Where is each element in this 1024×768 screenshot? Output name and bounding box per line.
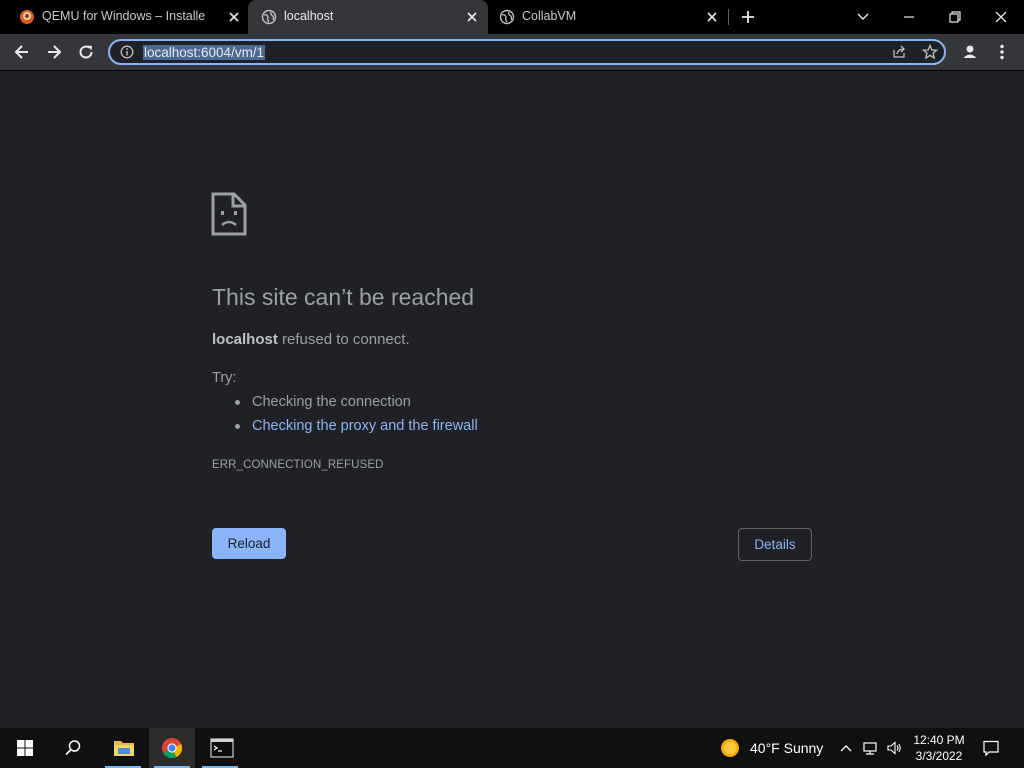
new-tab-plus-icon[interactable]: [739, 8, 757, 26]
reload-icon[interactable]: [76, 42, 96, 62]
tab-title: localhost: [284, 9, 334, 23]
clock-time[interactable]: 12:40 PM: [908, 733, 970, 747]
error-summary: localhost refused to connect.: [212, 331, 410, 348]
restore-icon[interactable]: [946, 8, 964, 26]
reload-button[interactable]: Reload: [212, 528, 286, 559]
more-menu-icon[interactable]: [992, 42, 1012, 62]
tab-strip: QEMU for Windows – Installers (6 localho…: [0, 0, 1024, 34]
details-button[interactable]: Details: [738, 528, 812, 561]
close-icon[interactable]: [228, 11, 240, 23]
weather-widget[interactable]: 40°F Sunny: [750, 740, 823, 756]
address-bar[interactable]: localhost:6004/vm/1: [108, 39, 946, 65]
tab-title: CollabVM: [522, 9, 577, 23]
close-icon[interactable]: [706, 11, 718, 23]
tab-qemu-installers[interactable]: QEMU for Windows – Installers (6: [6, 0, 246, 34]
close-icon[interactable]: [466, 11, 478, 23]
tab-title: QEMU for Windows – Installers (6: [42, 9, 206, 23]
back-arrow-icon[interactable]: [12, 42, 32, 62]
taskbar-chrome[interactable]: [149, 728, 195, 768]
sad-page-icon: [211, 192, 247, 236]
suggestion-check-proxy-firewall-link[interactable]: Checking the proxy and the firewall: [212, 417, 478, 441]
globe-icon: [261, 9, 277, 25]
clock-date[interactable]: 3/3/2022: [908, 749, 970, 763]
qemu-logo-icon: [20, 10, 34, 24]
chevron-down-icon[interactable]: [854, 8, 872, 26]
taskbar-file-explorer[interactable]: [100, 728, 146, 768]
error-code: ERR_CONNECTION_REFUSED: [212, 459, 384, 471]
info-icon[interactable]: [120, 45, 134, 59]
start-icon: [17, 740, 33, 756]
network-icon[interactable]: [862, 740, 878, 756]
start-button[interactable]: [2, 728, 48, 768]
share-icon[interactable]: [891, 44, 907, 60]
globe-icon: [499, 9, 515, 25]
error-host: localhost: [212, 331, 278, 348]
tab-divider: [728, 9, 729, 25]
browser-toolbar: localhost:6004/vm/1: [0, 34, 1024, 71]
try-label: Try:: [212, 370, 237, 386]
error-message: refused to connect.: [277, 331, 410, 348]
url-text[interactable]: localhost:6004/vm/1: [143, 45, 266, 60]
tab-localhost[interactable]: localhost: [248, 0, 488, 34]
suggestion-check-connection: Checking the connection: [212, 393, 478, 417]
close-window-icon[interactable]: [992, 8, 1010, 26]
windows-taskbar: 40°F Sunny 12:40 PM 3/3/2022: [0, 728, 1024, 768]
minimize-icon[interactable]: [900, 8, 918, 26]
file-explorer-icon: [114, 741, 134, 756]
chrome-icon: [162, 738, 183, 759]
search-button[interactable]: [50, 728, 96, 768]
star-icon[interactable]: [922, 44, 938, 60]
notification-icon[interactable]: [982, 739, 1000, 757]
volume-icon[interactable]: [886, 740, 902, 756]
forward-arrow-icon[interactable]: [44, 42, 64, 62]
terminal-icon: [210, 738, 234, 758]
taskbar-terminal[interactable]: [197, 728, 243, 768]
suggestions-list: Checking the connection Checking the pro…: [212, 393, 478, 441]
sun-icon[interactable]: [720, 738, 740, 758]
search-icon: [65, 740, 81, 756]
profile-avatar-icon[interactable]: [960, 42, 980, 62]
chevron-up-icon[interactable]: [838, 740, 854, 756]
tab-collabvm[interactable]: CollabVM: [486, 0, 726, 34]
error-heading: This site can’t be reached: [212, 284, 475, 310]
